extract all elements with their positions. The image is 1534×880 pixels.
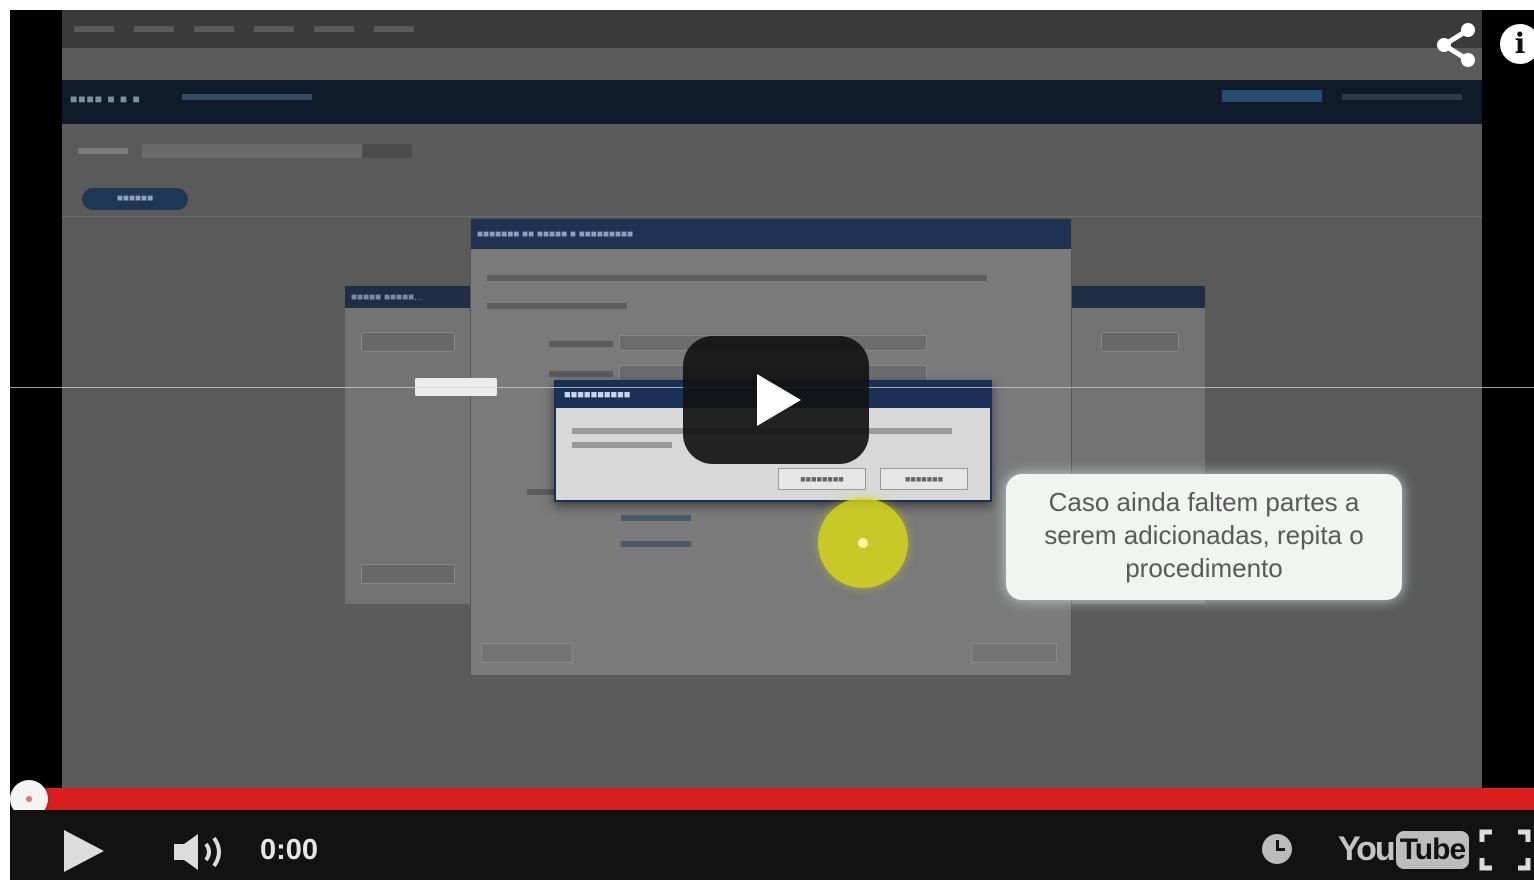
frame-divider (62, 216, 1482, 217)
video-player[interactable]: ■■■■ ■ ■ ■ ■■■■■■ ■■■■■ ■■■■■... ■■■■■■■… (10, 10, 1534, 880)
frame-app-logo: ■■■■ ■ ■ ■ (70, 92, 141, 106)
play-icon[interactable] (62, 830, 106, 872)
youtube-logo[interactable]: You Tube (1338, 830, 1470, 872)
callout-text: Caso ainda faltem partes a serem adicion… (1044, 487, 1364, 583)
play-icon (757, 374, 801, 426)
tutorial-callout: Caso ainda faltem partes a serem adicion… (1006, 474, 1402, 600)
info-icon[interactable]: i (1500, 24, 1534, 64)
youtube-logo-you: You (1338, 830, 1396, 868)
volume-icon[interactable] (172, 832, 236, 872)
frame-new-button: ■■■■■■ (82, 188, 188, 210)
player-controls: 0:00 You Tube (10, 810, 1534, 880)
frame-filter-row (62, 138, 1482, 166)
fullscreen-icon[interactable] (1476, 828, 1534, 872)
large-play-button[interactable] (683, 336, 869, 464)
time-display: 0:00 (260, 834, 319, 866)
share-icon[interactable] (1432, 22, 1478, 68)
frame-cursor-highlight (818, 498, 908, 588)
clock-icon[interactable] (1262, 834, 1292, 864)
progress-bar[interactable] (28, 788, 1534, 810)
youtube-logo-tube: Tube (1395, 830, 1470, 869)
frame-menubar (62, 10, 1482, 48)
frame-app-header: ■■■■ ■ ■ ■ (62, 80, 1482, 124)
